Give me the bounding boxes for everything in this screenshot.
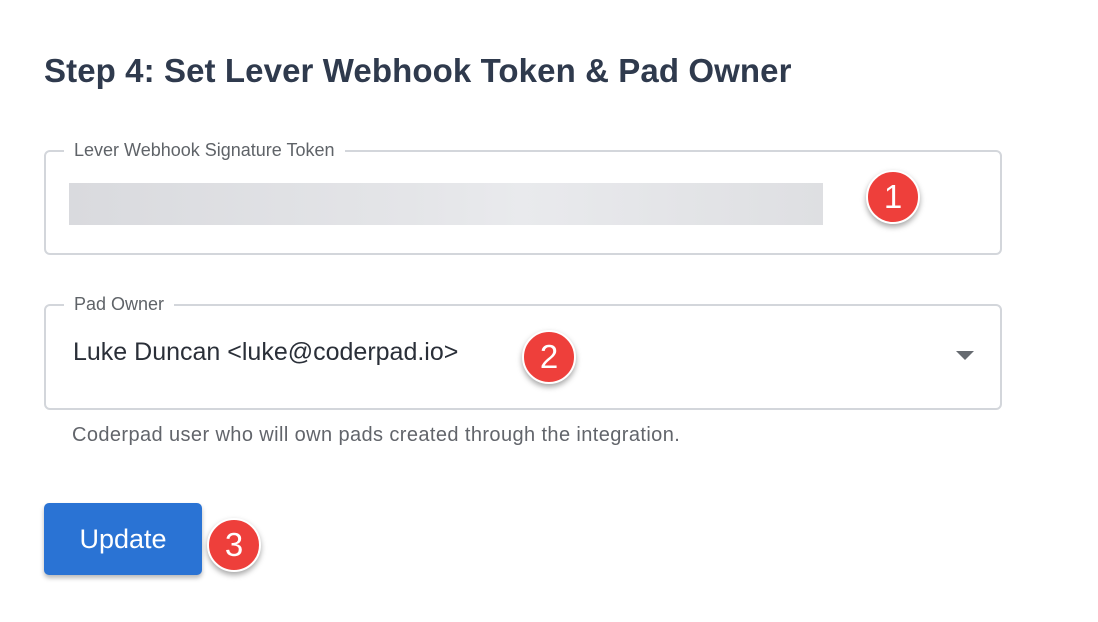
pad-owner-helper-text: Coderpad user who will own pads created …: [72, 424, 681, 446]
webhook-token-field[interactable]: Lever Webhook Signature Token: [44, 137, 1002, 255]
pad-owner-label: Pad Owner: [64, 291, 175, 317]
page-title: Step 4: Set Lever Webhook Token & Pad Ow…: [44, 52, 792, 89]
caret-down-icon[interactable]: [956, 351, 974, 360]
callout-badge-2: 2: [522, 330, 576, 384]
webhook-token-redacted-value[interactable]: [69, 183, 823, 225]
callout-badge-3: 3: [207, 518, 261, 572]
pad-owner-selected-value: Luke Duncan <luke@coderpad.io>: [73, 338, 459, 366]
webhook-token-label: Lever Webhook Signature Token: [64, 137, 345, 163]
callout-badge-1: 1: [866, 170, 920, 224]
update-button[interactable]: Update: [44, 503, 202, 575]
